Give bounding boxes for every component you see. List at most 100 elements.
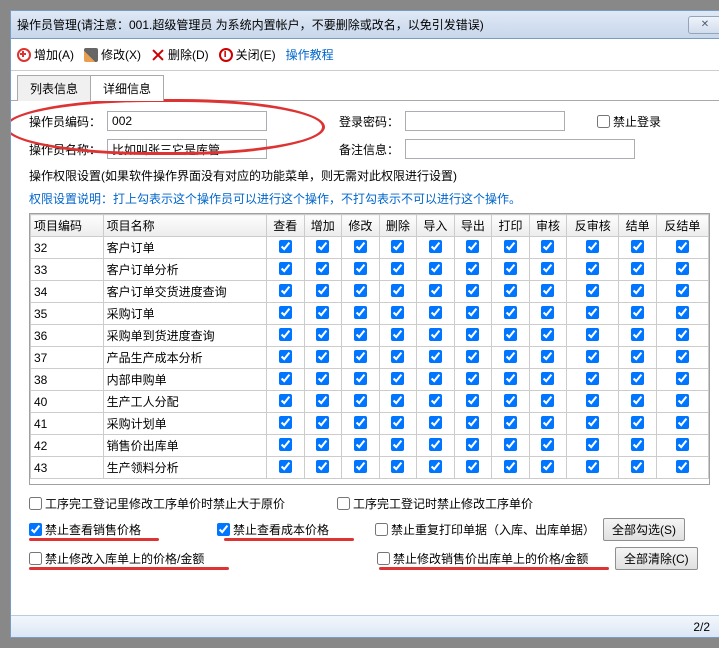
perm-checkbox[interactable] <box>631 328 644 341</box>
perm-checkbox[interactable] <box>279 416 292 429</box>
perm-checkbox[interactable] <box>316 306 329 319</box>
perm-checkbox[interactable] <box>316 328 329 341</box>
perm-checkbox[interactable] <box>586 372 599 385</box>
perm-checkbox[interactable] <box>631 284 644 297</box>
perm-checkbox[interactable] <box>676 350 689 363</box>
col-header[interactable]: 修改 <box>342 215 380 237</box>
perm-checkbox[interactable] <box>429 240 442 253</box>
perm-checkbox[interactable] <box>586 306 599 319</box>
perm-checkbox[interactable] <box>391 240 404 253</box>
deny-login-checkbox[interactable]: 禁止登录 <box>597 113 661 130</box>
delete-button[interactable]: 删除(D) <box>151 46 209 63</box>
perm-checkbox[interactable] <box>631 416 644 429</box>
opt-no-mod-in-price[interactable]: 禁止修改入库单上的价格/金额 <box>29 550 369 567</box>
perm-checkbox[interactable] <box>541 262 554 275</box>
col-header[interactable]: 导入 <box>417 215 455 237</box>
perm-checkbox[interactable] <box>541 284 554 297</box>
perm-checkbox[interactable] <box>466 284 479 297</box>
perm-checkbox[interactable] <box>676 284 689 297</box>
col-header[interactable]: 项目名称 <box>103 215 266 237</box>
perm-checkbox[interactable] <box>586 394 599 407</box>
perm-checkbox[interactable] <box>391 262 404 275</box>
perm-checkbox[interactable] <box>279 438 292 451</box>
perm-checkbox[interactable] <box>354 328 367 341</box>
perm-checkbox[interactable] <box>429 350 442 363</box>
perm-checkbox[interactable] <box>279 460 292 473</box>
perm-checkbox[interactable] <box>541 350 554 363</box>
perm-checkbox[interactable] <box>429 460 442 473</box>
perm-checkbox[interactable] <box>354 306 367 319</box>
perm-checkbox[interactable] <box>504 372 517 385</box>
pwd-input[interactable] <box>405 111 565 131</box>
add-button[interactable]: 增加(A) <box>17 46 74 63</box>
perm-checkbox[interactable] <box>391 350 404 363</box>
opt-no-mod-out-price[interactable]: 禁止修改销售价出库单上的价格/金额 <box>377 550 607 567</box>
perm-checkbox[interactable] <box>391 460 404 473</box>
perm-checkbox[interactable] <box>279 328 292 341</box>
name-input[interactable] <box>107 139 267 159</box>
perm-checkbox[interactable] <box>354 372 367 385</box>
perm-checkbox[interactable] <box>504 416 517 429</box>
perm-checkbox[interactable] <box>504 284 517 297</box>
perm-checkbox[interactable] <box>429 262 442 275</box>
perm-checkbox[interactable] <box>316 438 329 451</box>
col-header[interactable]: 结单 <box>619 215 657 237</box>
perm-checkbox[interactable] <box>279 306 292 319</box>
perm-checkbox[interactable] <box>676 262 689 275</box>
perm-checkbox[interactable] <box>279 372 292 385</box>
perm-checkbox[interactable] <box>391 372 404 385</box>
col-header[interactable]: 反审核 <box>567 215 619 237</box>
perm-checkbox[interactable] <box>354 394 367 407</box>
perm-checkbox[interactable] <box>541 394 554 407</box>
code-input[interactable] <box>107 111 267 131</box>
perm-checkbox[interactable] <box>586 350 599 363</box>
perm-checkbox[interactable] <box>316 284 329 297</box>
perm-checkbox[interactable] <box>504 328 517 341</box>
perm-checkbox[interactable] <box>631 262 644 275</box>
perm-checkbox[interactable] <box>354 284 367 297</box>
perm-checkbox[interactable] <box>504 438 517 451</box>
perm-checkbox[interactable] <box>391 438 404 451</box>
perm-checkbox[interactable] <box>631 306 644 319</box>
perm-checkbox[interactable] <box>354 350 367 363</box>
perm-checkbox[interactable] <box>466 306 479 319</box>
perm-checkbox[interactable] <box>631 372 644 385</box>
perm-checkbox[interactable] <box>586 328 599 341</box>
perm-checkbox[interactable] <box>316 416 329 429</box>
col-header[interactable]: 反结单 <box>656 215 708 237</box>
perm-checkbox[interactable] <box>504 262 517 275</box>
perm-checkbox[interactable] <box>429 328 442 341</box>
perm-checkbox[interactable] <box>541 460 554 473</box>
col-header[interactable]: 打印 <box>492 215 530 237</box>
perm-checkbox[interactable] <box>541 328 554 341</box>
perm-checkbox[interactable] <box>466 350 479 363</box>
perm-checkbox[interactable] <box>541 416 554 429</box>
perm-checkbox[interactable] <box>316 460 329 473</box>
perm-checkbox[interactable] <box>676 416 689 429</box>
perm-checkbox[interactable] <box>466 372 479 385</box>
perm-checkbox[interactable] <box>429 394 442 407</box>
perm-checkbox[interactable] <box>676 394 689 407</box>
perm-checkbox[interactable] <box>466 240 479 253</box>
perm-checkbox[interactable] <box>504 306 517 319</box>
perm-checkbox[interactable] <box>391 306 404 319</box>
perm-checkbox[interactable] <box>279 350 292 363</box>
perm-checkbox[interactable] <box>354 438 367 451</box>
perm-checkbox[interactable] <box>429 306 442 319</box>
perm-checkbox[interactable] <box>279 240 292 253</box>
perm-checkbox[interactable] <box>631 394 644 407</box>
perm-checkbox[interactable] <box>466 416 479 429</box>
col-header[interactable]: 导出 <box>454 215 492 237</box>
note-input[interactable] <box>405 139 635 159</box>
perm-checkbox[interactable] <box>354 262 367 275</box>
perm-checkbox[interactable] <box>676 328 689 341</box>
perm-checkbox[interactable] <box>676 460 689 473</box>
perm-checkbox[interactable] <box>504 240 517 253</box>
perm-checkbox[interactable] <box>354 416 367 429</box>
perm-checkbox[interactable] <box>631 460 644 473</box>
perm-checkbox[interactable] <box>631 240 644 253</box>
perm-checkbox[interactable] <box>316 372 329 385</box>
perm-checkbox[interactable] <box>586 262 599 275</box>
perm-checkbox[interactable] <box>466 394 479 407</box>
perm-checkbox[interactable] <box>541 240 554 253</box>
